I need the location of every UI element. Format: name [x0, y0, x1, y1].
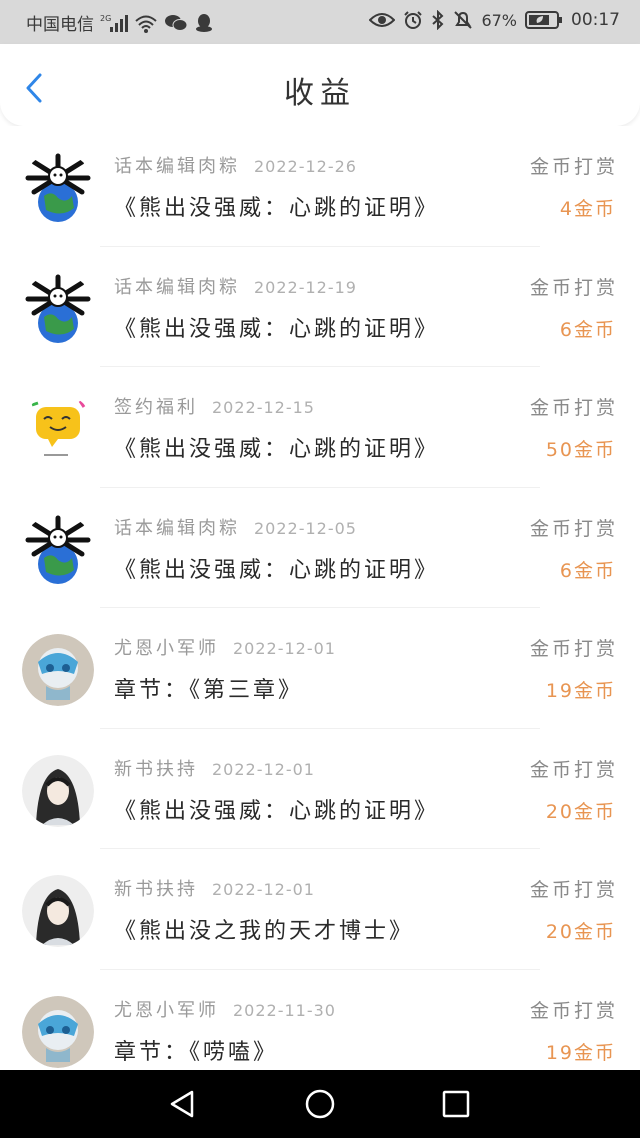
- record-meta: 话本编辑肉粽 2022-12-19: [114, 273, 357, 299]
- record-type: 金币打赏: [529, 758, 618, 781]
- status-left: 中国电信 2G: [26, 10, 214, 35]
- qq-icon: [194, 13, 214, 33]
- work-title: 《熊出没强威：心跳的证明》: [114, 437, 440, 462]
- battery-icon: [525, 10, 563, 30]
- work-title: 《熊出没强威：心跳的证明》: [114, 557, 440, 583]
- avatar: [22, 152, 94, 224]
- record-type: 金币打赏: [529, 517, 618, 540]
- record-type: 金币打赏: [529, 156, 618, 178]
- nav-recents-button[interactable]: [440, 1088, 472, 1120]
- work-title: 《熊出没强威：心跳的证明》: [114, 798, 440, 824]
- record-date: 2022-11-30: [233, 1000, 336, 1020]
- system-nav-bar: [0, 1070, 640, 1138]
- record-meta: 签约福利 2022-12-15: [114, 393, 315, 419]
- reward-amount: 4金币: [559, 198, 616, 220]
- sender-name: 话本编辑肉粽: [114, 276, 240, 298]
- status-right: 67% 00:17: [369, 10, 620, 30]
- carrier-label: 中国电信: [26, 15, 94, 35]
- ink-portrait-icon: [22, 754, 94, 827]
- reward-amount: 6金币: [559, 318, 616, 341]
- bones-globe-icon: [25, 153, 91, 222]
- record-date: 2022-12-26: [254, 157, 357, 176]
- record-type: 金币打赏: [529, 397, 618, 419]
- app-header: 收益: [0, 44, 640, 126]
- work-title: 《熊出没强威：心跳的证明》: [114, 196, 440, 221]
- avatar: [22, 393, 94, 465]
- record-meta: 话本编辑肉粽 2022-12-26: [114, 152, 357, 178]
- list-item[interactable]: 话本编辑肉粽 2022-12-19 金币打赏 《熊出没强威：心跳的证明》 6金币: [0, 247, 640, 367]
- work-title: 章节：《唠嗑》: [114, 1039, 279, 1065]
- record-meta: 新书扶持 2022-12-01: [114, 875, 315, 901]
- record-date: 2022-12-15: [212, 398, 315, 417]
- record-type: 金币打赏: [529, 879, 618, 901]
- record-type: 金币打赏: [529, 999, 618, 1022]
- record-date: 2022-12-05: [254, 518, 357, 538]
- bluetooth-icon: [431, 10, 445, 30]
- list-item[interactable]: 话本编辑肉粽 2022-12-05 金币打赏 《熊出没强威：心跳的证明》 6金币: [0, 488, 640, 608]
- list-item[interactable]: 新书扶持 2022-12-01 金币打赏 《熊出没之我的天才博士》 20金币: [0, 849, 640, 970]
- avatar: [22, 634, 94, 706]
- record-date: 2022-12-01: [233, 639, 336, 658]
- record-meta: 尤恩小军师 2022-11-30: [114, 996, 336, 1022]
- eye-icon: [369, 11, 396, 29]
- home-circle-icon: [305, 1089, 335, 1119]
- page-title: 收益: [284, 76, 356, 111]
- wechat-icon: [164, 13, 188, 33]
- signal-icon: 2G: [100, 13, 128, 33]
- ink-portrait-icon: [22, 875, 94, 947]
- sender-name: 新书扶持: [114, 879, 198, 900]
- work-title: 章节：《第三章》: [114, 678, 304, 703]
- reward-amount: 6金币: [559, 559, 616, 582]
- work-title: 《熊出没之我的天才博士》: [114, 919, 415, 944]
- reward-amount: 19金币: [545, 1041, 616, 1064]
- bones-globe-icon: [25, 274, 91, 343]
- reward-amount: 20金币: [545, 800, 616, 823]
- battery-percent: 67%: [481, 10, 517, 30]
- blue-mask-icon: [22, 995, 94, 1068]
- svg-text:2G: 2G: [100, 14, 111, 23]
- record-meta: 话本编辑肉粽 2022-12-05: [114, 514, 357, 540]
- record-date: 2022-12-19: [254, 277, 357, 297]
- sender-name: 尤恩小军师: [114, 638, 219, 659]
- list-item[interactable]: 尤恩小军师 2022-11-30 金币打赏 章节：《唠嗑》 19金币: [0, 970, 640, 1071]
- avatar: [22, 995, 94, 1068]
- blue-mask-icon: [22, 634, 94, 706]
- record-meta: 新书扶持 2022-12-01: [114, 755, 315, 781]
- back-triangle-icon: [170, 1090, 194, 1118]
- list-item[interactable]: 尤恩小军师 2022-12-01 金币打赏 章节：《第三章》 19金币: [0, 608, 640, 729]
- sender-name: 尤恩小军师: [114, 999, 219, 1021]
- nav-home-button[interactable]: [304, 1088, 336, 1120]
- nav-back-button[interactable]: [166, 1088, 198, 1120]
- recents-square-icon: [442, 1090, 470, 1118]
- record-date: 2022-12-01: [212, 880, 315, 899]
- avatar: [22, 273, 94, 345]
- reward-amount: 20金币: [545, 921, 616, 943]
- sender-name: 签约福利: [114, 397, 198, 418]
- clock: 00:17: [571, 10, 620, 30]
- alarm-icon: [403, 10, 423, 30]
- record-date: 2022-12-01: [212, 759, 315, 779]
- earnings-list[interactable]: 话本编辑肉粽 2022-12-26 金币打赏 《熊出没强威：心跳的证明》 4金币…: [0, 126, 640, 1070]
- chat-bubble-icon: [22, 393, 94, 465]
- avatar: [22, 514, 94, 586]
- wifi-icon: [134, 13, 158, 33]
- avatar: [22, 754, 94, 827]
- work-title: 《熊出没强威：心跳的证明》: [114, 316, 440, 342]
- sender-name: 新书扶持: [114, 758, 198, 780]
- status-bar: 中国电信 2G 67% 00:17: [0, 0, 640, 44]
- reward-amount: 19金币: [545, 680, 616, 702]
- reward-amount: 50金币: [545, 439, 616, 461]
- avatar: [22, 875, 94, 947]
- list-item[interactable]: 新书扶持 2022-12-01 金币打赏 《熊出没强威：心跳的证明》 20金币: [0, 729, 640, 849]
- sender-name: 话本编辑肉粽: [114, 156, 240, 177]
- mute-icon: [453, 10, 473, 30]
- list-item[interactable]: 签约福利 2022-12-15 金币打赏 《熊出没强威：心跳的证明》 50金币: [0, 367, 640, 488]
- bones-globe-icon: [25, 515, 91, 584]
- record-type: 金币打赏: [529, 638, 618, 660]
- list-item[interactable]: 话本编辑肉粽 2022-12-26 金币打赏 《熊出没强威：心跳的证明》 4金币: [0, 126, 640, 247]
- record-meta: 尤恩小军师 2022-12-01: [114, 634, 336, 660]
- record-type: 金币打赏: [529, 276, 618, 299]
- sender-name: 话本编辑肉粽: [114, 517, 240, 539]
